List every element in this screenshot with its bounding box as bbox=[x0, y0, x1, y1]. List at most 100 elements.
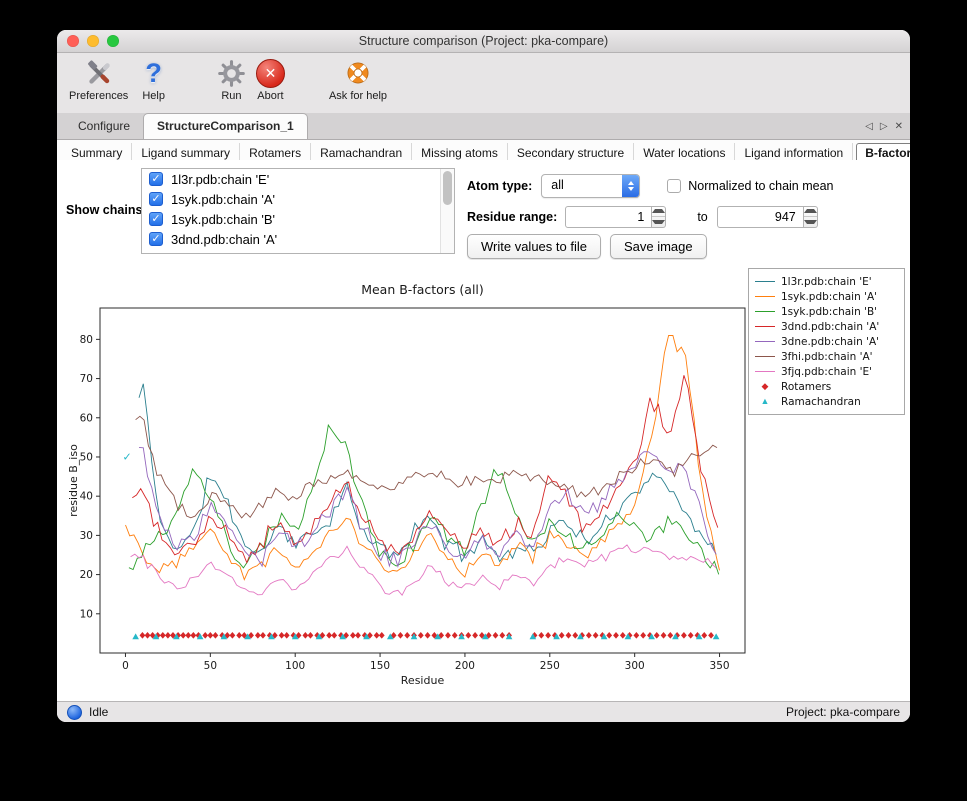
title-bar[interactable]: Structure comparison (Project: pka-compa… bbox=[57, 30, 910, 53]
chain-checkbox[interactable]: ✓ bbox=[149, 232, 163, 246]
legend-label: Ramachandran bbox=[781, 396, 861, 408]
legend-label: 3dne.pdb:chain 'A' bbox=[781, 336, 879, 348]
legend-line-icon bbox=[755, 341, 775, 342]
window-title: Structure comparison (Project: pka-compa… bbox=[359, 34, 608, 48]
app-window: Structure comparison (Project: pka-compa… bbox=[57, 30, 910, 722]
help-question-icon: ? bbox=[145, 56, 162, 90]
atom-type-row: Atom type: all Normalized to chain mean bbox=[467, 174, 834, 197]
atom-type-dropdown[interactable]: all bbox=[541, 174, 640, 198]
bfactor-chart: Mean B-factors (all)10203040506070800501… bbox=[65, 260, 765, 694]
svg-text:Residue: Residue bbox=[401, 674, 445, 687]
residue-range-row: Residue range: to bbox=[467, 205, 818, 228]
svg-text:70: 70 bbox=[80, 373, 93, 385]
help-button[interactable]: ? Help bbox=[142, 56, 165, 102]
svg-text:10: 10 bbox=[80, 608, 93, 620]
legend-label: 3fhi.pdb:chain 'A' bbox=[781, 351, 873, 363]
legend-line-sample bbox=[755, 311, 775, 312]
chain-label: 1l3r.pdb:chain 'E' bbox=[171, 172, 269, 187]
legend-diamond-sample: ◆ bbox=[755, 382, 775, 391]
residue-from-stepper[interactable] bbox=[652, 206, 666, 228]
main-tab-bar: Configure StructureComparison_1 ◁ ▷ ✕ bbox=[57, 113, 910, 140]
bfactor-controls: Show chains: ✓ 1l3r.pdb:chain 'E' ✓ 1syk.pd… bbox=[57, 160, 910, 260]
legend-entry: 1syk.pdb:chain 'A' bbox=[755, 289, 898, 304]
legend-line-sample bbox=[755, 356, 775, 357]
chain-row[interactable]: ✓ 1syk.pdb:chain 'B' bbox=[142, 209, 454, 229]
chain-row[interactable]: ✓ 3dnd.pdb:chain 'A' bbox=[142, 229, 454, 249]
chain-list[interactable]: ✓ 1l3r.pdb:chain 'E' ✓ 1syk.pdb:chain 'A' ✓ 1… bbox=[141, 168, 455, 254]
lifebuoy-icon bbox=[344, 56, 372, 90]
tab-structurecomparison-1[interactable]: StructureComparison_1 bbox=[143, 113, 308, 139]
legend-line-sample bbox=[755, 281, 775, 282]
svg-text:Mean B-factors (all): Mean B-factors (all) bbox=[361, 282, 484, 297]
legend-label: 3dnd.pdb:chain 'A' bbox=[781, 321, 879, 333]
chain-label: 1syk.pdb:chain 'A' bbox=[171, 192, 275, 207]
chain-checkbox[interactable]: ✓ bbox=[149, 172, 163, 186]
normalized-checkbox[interactable] bbox=[667, 179, 681, 193]
chain-list-scrollbar[interactable] bbox=[440, 169, 454, 253]
svg-text:50: 50 bbox=[80, 451, 93, 463]
chain-checkbox[interactable]: ✓ bbox=[149, 192, 163, 206]
tab-close-icon[interactable]: ✕ bbox=[895, 121, 903, 132]
chain-label: 1syk.pdb:chain 'B' bbox=[171, 212, 275, 227]
status-indicator-icon bbox=[67, 705, 82, 720]
abort-button[interactable]: ✕ Abort bbox=[256, 56, 285, 102]
abort-label: Abort bbox=[257, 90, 283, 102]
svg-text:60: 60 bbox=[80, 412, 93, 424]
svg-text:250: 250 bbox=[540, 660, 560, 672]
legend-line-icon bbox=[755, 326, 775, 327]
svg-text:30: 30 bbox=[80, 530, 93, 542]
atom-type-label: Atom type: bbox=[467, 179, 532, 193]
legend-label: 3fjq.pdb:chain 'E' bbox=[781, 366, 872, 378]
traffic-lights bbox=[67, 35, 119, 47]
zoom-window-button[interactable] bbox=[107, 35, 119, 47]
normalized-checkbox-group[interactable]: Normalized to chain mean bbox=[667, 179, 833, 193]
action-buttons-row: Write values to file Save image bbox=[467, 234, 707, 259]
show-chains-label: Show chains: bbox=[66, 203, 147, 217]
chain-list-scrollbar-thumb[interactable] bbox=[443, 171, 452, 205]
residue-from-input[interactable] bbox=[565, 206, 652, 228]
svg-text:80: 80 bbox=[80, 334, 93, 346]
legend-line-icon bbox=[755, 356, 775, 357]
legend-entry: 1syk.pdb:chain 'B' bbox=[755, 304, 898, 319]
legend-line-icon bbox=[755, 311, 775, 312]
minimize-window-button[interactable] bbox=[87, 35, 99, 47]
tab-nav-right-icon[interactable]: ▷ bbox=[880, 121, 888, 132]
ask-for-help-button[interactable]: Ask for help bbox=[329, 56, 387, 102]
residue-range-label: Residue range: bbox=[467, 210, 557, 224]
normalized-label: Normalized to chain mean bbox=[688, 179, 833, 193]
write-values-button[interactable]: Write values to file bbox=[467, 234, 601, 259]
dropdown-chevrons-icon bbox=[622, 175, 639, 197]
legend-label: Rotamers bbox=[781, 381, 831, 393]
abort-icon: ✕ bbox=[256, 56, 285, 90]
chain-checkbox[interactable]: ✓ bbox=[149, 212, 163, 226]
legend-entry: 3fhi.pdb:chain 'A' bbox=[755, 349, 898, 364]
content-area: Show chains: ✓ 1l3r.pdb:chain 'E' ✓ 1syk.pd… bbox=[57, 160, 910, 702]
chain-row[interactable]: ✓ 1l3r.pdb:chain 'E' bbox=[142, 169, 454, 189]
svg-text:350: 350 bbox=[710, 660, 730, 672]
run-label: Run bbox=[221, 90, 241, 102]
svg-text:✓: ✓ bbox=[123, 450, 132, 463]
residue-to-stepper[interactable] bbox=[804, 206, 818, 228]
legend-label: 1syk.pdb:chain 'A' bbox=[781, 291, 877, 303]
legend-entry: 3fjq.pdb:chain 'E' bbox=[755, 364, 898, 379]
legend-entry: ◆ Rotamers bbox=[755, 379, 898, 394]
legend-diamond-icon: ◆ bbox=[762, 382, 769, 391]
residue-to-input[interactable] bbox=[717, 206, 804, 228]
legend-label: 1syk.pdb:chain 'B' bbox=[781, 306, 877, 318]
ask-for-help-label: Ask for help bbox=[329, 90, 387, 102]
desktop-background: { "window": { "title": "Structure compar… bbox=[0, 0, 967, 801]
close-window-button[interactable] bbox=[67, 35, 79, 47]
svg-text:100: 100 bbox=[285, 660, 305, 672]
save-image-button[interactable]: Save image bbox=[610, 234, 707, 259]
legend-line-icon bbox=[755, 371, 775, 372]
chain-label: 3dnd.pdb:chain 'A' bbox=[171, 232, 277, 247]
tab-nav-left-icon[interactable]: ◁ bbox=[865, 121, 873, 132]
tab-configure[interactable]: Configure bbox=[65, 113, 143, 139]
legend-entry: 1l3r.pdb:chain 'E' bbox=[755, 274, 898, 289]
run-button[interactable]: Run bbox=[217, 56, 246, 102]
preferences-button[interactable]: Preferences bbox=[69, 56, 128, 102]
legend-line-icon bbox=[755, 296, 775, 297]
bfactor-figure: Mean B-factors (all)10203040506070800501… bbox=[65, 260, 910, 702]
chain-row[interactable]: ✓ 1syk.pdb:chain 'A' bbox=[142, 189, 454, 209]
svg-text:40: 40 bbox=[80, 491, 93, 503]
